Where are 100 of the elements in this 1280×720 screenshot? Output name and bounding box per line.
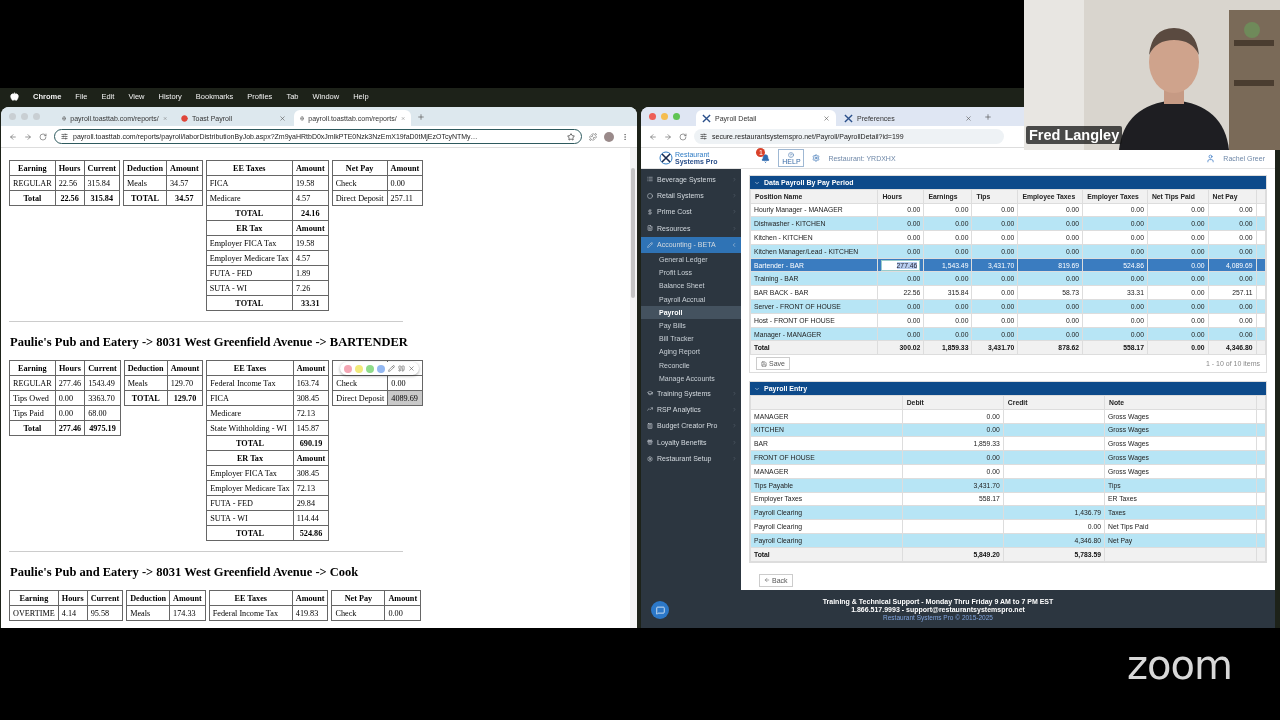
section-heading: Paulie's Pub and Eatery -> 8031 West Greenfield Avenue -> BARTENDER	[10, 335, 409, 350]
column-header: Amount	[292, 160, 329, 176]
apple-icon[interactable]	[10, 92, 19, 101]
table-cell: FUTA - FED	[206, 265, 293, 281]
color-dot[interactable]	[366, 364, 375, 373]
table-cell: TOTAL	[206, 205, 293, 221]
chevron-icon	[731, 241, 737, 248]
close-tab-icon[interactable]	[162, 114, 167, 122]
color-dot[interactable]	[355, 364, 364, 373]
table-cell: 129.70	[167, 390, 203, 406]
nav-icon	[647, 208, 653, 215]
logo-icon	[659, 151, 673, 165]
table-cell: 277.46	[55, 420, 85, 436]
column-header: Amount	[292, 590, 328, 606]
globe-icon	[62, 114, 67, 122]
table-cell: 19.58	[292, 175, 329, 191]
edit-icon[interactable]	[388, 365, 396, 372]
color-dot[interactable]	[377, 364, 386, 373]
x-logo-icon	[844, 113, 853, 123]
back-icon[interactable]	[649, 132, 657, 141]
table-cell: 277.46	[55, 375, 85, 391]
table-cell: 4.57	[292, 250, 329, 266]
table-cell: Employer Medicare Tax	[206, 250, 293, 266]
nav-icon	[647, 225, 653, 232]
back-icon[interactable]	[9, 132, 17, 141]
column-header: Earning	[9, 360, 56, 376]
new-tab-icon[interactable]	[417, 112, 425, 121]
close-window-button[interactable]	[9, 113, 16, 120]
table-cell: Meals	[126, 605, 170, 621]
table-cell: 0.00	[55, 390, 85, 406]
table-cell: 0.00	[387, 175, 423, 191]
save-icon	[761, 360, 767, 367]
table-cell: 129.70	[167, 375, 203, 391]
settings-icon[interactable]	[812, 154, 821, 162]
table-cell: 308.45	[293, 390, 329, 406]
table-cell: Federal Income Tax	[206, 375, 294, 391]
nav-icon	[647, 390, 653, 396]
more-icon[interactable]	[621, 132, 629, 141]
forward-icon[interactable]	[664, 132, 672, 141]
color-dot[interactable]	[344, 364, 353, 373]
column-header: Amount	[387, 160, 423, 176]
zoom-window-button[interactable]	[33, 113, 40, 120]
table-cell: Check	[331, 605, 385, 621]
column-header: Net Pay	[331, 590, 385, 606]
table-cell: 690.19	[293, 435, 329, 451]
table-cell: TOTAL	[206, 525, 294, 541]
close-tab-icon[interactable]	[965, 114, 972, 122]
reload-icon[interactable]	[679, 132, 687, 141]
table-cell: 33.31	[292, 295, 329, 311]
chat-icon	[655, 605, 665, 615]
column-header: Amount	[166, 160, 203, 176]
quote-icon[interactable]	[398, 365, 406, 372]
collapse-icon[interactable]	[754, 179, 760, 186]
profile-avatar[interactable]	[604, 131, 614, 142]
close-icon[interactable]	[408, 365, 416, 372]
table-cell: 7.26	[292, 280, 329, 296]
forward-icon[interactable]	[24, 132, 32, 141]
table-cell: Federal Income Tax	[209, 605, 293, 621]
table-cell: FUTA - FED	[206, 495, 294, 511]
nav-icon	[647, 176, 653, 183]
column-header: Earning	[9, 160, 56, 176]
close-tab-icon[interactable]	[823, 114, 830, 122]
nav-icon	[647, 192, 653, 199]
bell-icon[interactable]	[761, 153, 771, 163]
column-header: Amount	[293, 450, 329, 466]
zoom-window-button[interactable]	[673, 113, 680, 120]
table-cell: 114.44	[293, 510, 329, 526]
zoom-logo: zoom	[1127, 642, 1232, 688]
table-cell: TOTAL	[123, 190, 167, 206]
table-cell: 4.14	[58, 605, 88, 621]
back-arrow-icon	[764, 577, 770, 584]
close-window-button[interactable]	[649, 113, 656, 120]
collapse-icon[interactable]	[754, 385, 760, 392]
table-cell: Meals	[123, 175, 167, 191]
table-cell: 257.11	[387, 190, 423, 206]
close-tab-icon[interactable]	[279, 114, 286, 122]
new-tab-icon[interactable]	[984, 112, 992, 121]
bookmark-star-icon[interactable]	[567, 132, 575, 141]
table-cell: 524.86	[293, 525, 329, 541]
column-header: Deduction	[123, 160, 167, 176]
minimize-window-button[interactable]	[21, 113, 28, 120]
table-cell: Medicare	[206, 405, 294, 421]
user-icon	[1206, 153, 1216, 163]
column-header: ER Tax	[206, 220, 293, 236]
column-header: Amount	[293, 360, 329, 376]
site-settings-icon[interactable]	[61, 133, 68, 140]
table-cell: 95.58	[87, 605, 123, 621]
table-cell: OVERTIME	[9, 605, 59, 621]
extension-icon[interactable]	[589, 132, 597, 141]
site-settings-icon[interactable]	[700, 133, 707, 140]
close-tab-icon[interactable]	[400, 114, 405, 122]
scrollbar-thumb[interactable]	[631, 168, 635, 298]
table-cell: Tips Owed	[9, 390, 56, 406]
table-cell: Direct Deposit	[332, 390, 388, 406]
column-header: EE Taxes	[206, 160, 293, 176]
column-header: Hours	[55, 360, 85, 376]
table-cell: Employer FICA Tax	[206, 235, 293, 251]
reload-icon[interactable]	[39, 132, 47, 141]
nav-icon	[647, 241, 653, 248]
minimize-window-button[interactable]	[661, 113, 668, 120]
